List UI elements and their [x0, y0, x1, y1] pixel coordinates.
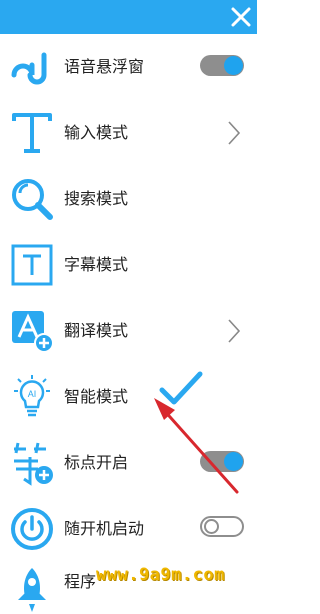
watermark-text: www.9a9m.com — [96, 565, 225, 585]
punctuation-add-icon — [14, 442, 53, 486]
close-icon[interactable] — [230, 6, 252, 28]
voice-float-toggle[interactable] — [200, 55, 244, 76]
svg-text:AI: AI — [28, 389, 37, 399]
menu-item-search-mode[interactable]: 搜索模式 — [0, 166, 257, 233]
menu-item-label: 输入模式 — [64, 123, 129, 142]
menu-item-label: 智能模式 — [64, 387, 129, 406]
text-t-icon — [12, 113, 52, 153]
menu-item-label: 翻译模式 — [64, 321, 129, 340]
chevron-right-icon — [228, 319, 241, 343]
translate-icon — [12, 311, 54, 353]
subtitle-t-box-icon — [11, 244, 53, 286]
chevron-right-icon — [228, 121, 241, 145]
punctuation-toggle[interactable] — [200, 451, 244, 472]
top-bar — [0, 0, 257, 34]
menu-item-label: 搜索模式 — [64, 189, 129, 208]
menu-item-subtitle-mode[interactable]: 字幕模式 — [0, 232, 257, 299]
menu-item-voice-float[interactable]: 语音悬浮窗 — [0, 34, 257, 101]
menu-item-start-on-boot[interactable]: 随开机启动 — [0, 496, 257, 563]
toggle-knob — [224, 56, 243, 75]
magnifier-icon — [12, 179, 53, 220]
aj-logo-icon — [11, 52, 47, 85]
rocket-icon — [18, 568, 46, 612]
menu-item-translate-mode[interactable]: 翻译模式 — [0, 298, 257, 365]
menu-item-smart-mode[interactable]: AI 智能模式 — [0, 364, 257, 431]
checkmark-icon — [159, 371, 203, 405]
toggle-knob — [204, 519, 219, 534]
menu-item-label: 程序 — [64, 572, 97, 591]
menu-item-label: 语音悬浮窗 — [64, 57, 145, 76]
menu-item-label: 随开机启动 — [64, 519, 145, 538]
start-on-boot-toggle[interactable] — [200, 516, 244, 537]
power-icon — [11, 508, 53, 550]
menu-item-punctuation[interactable]: 标点开启 — [0, 430, 257, 497]
toggle-knob — [224, 452, 243, 471]
menu-item-label: 标点开启 — [64, 453, 129, 472]
menu-item-input-mode[interactable]: 输入模式 — [0, 100, 257, 167]
bulb-ai-icon: AI — [14, 375, 50, 417]
menu-item-label: 字幕模式 — [64, 255, 129, 274]
